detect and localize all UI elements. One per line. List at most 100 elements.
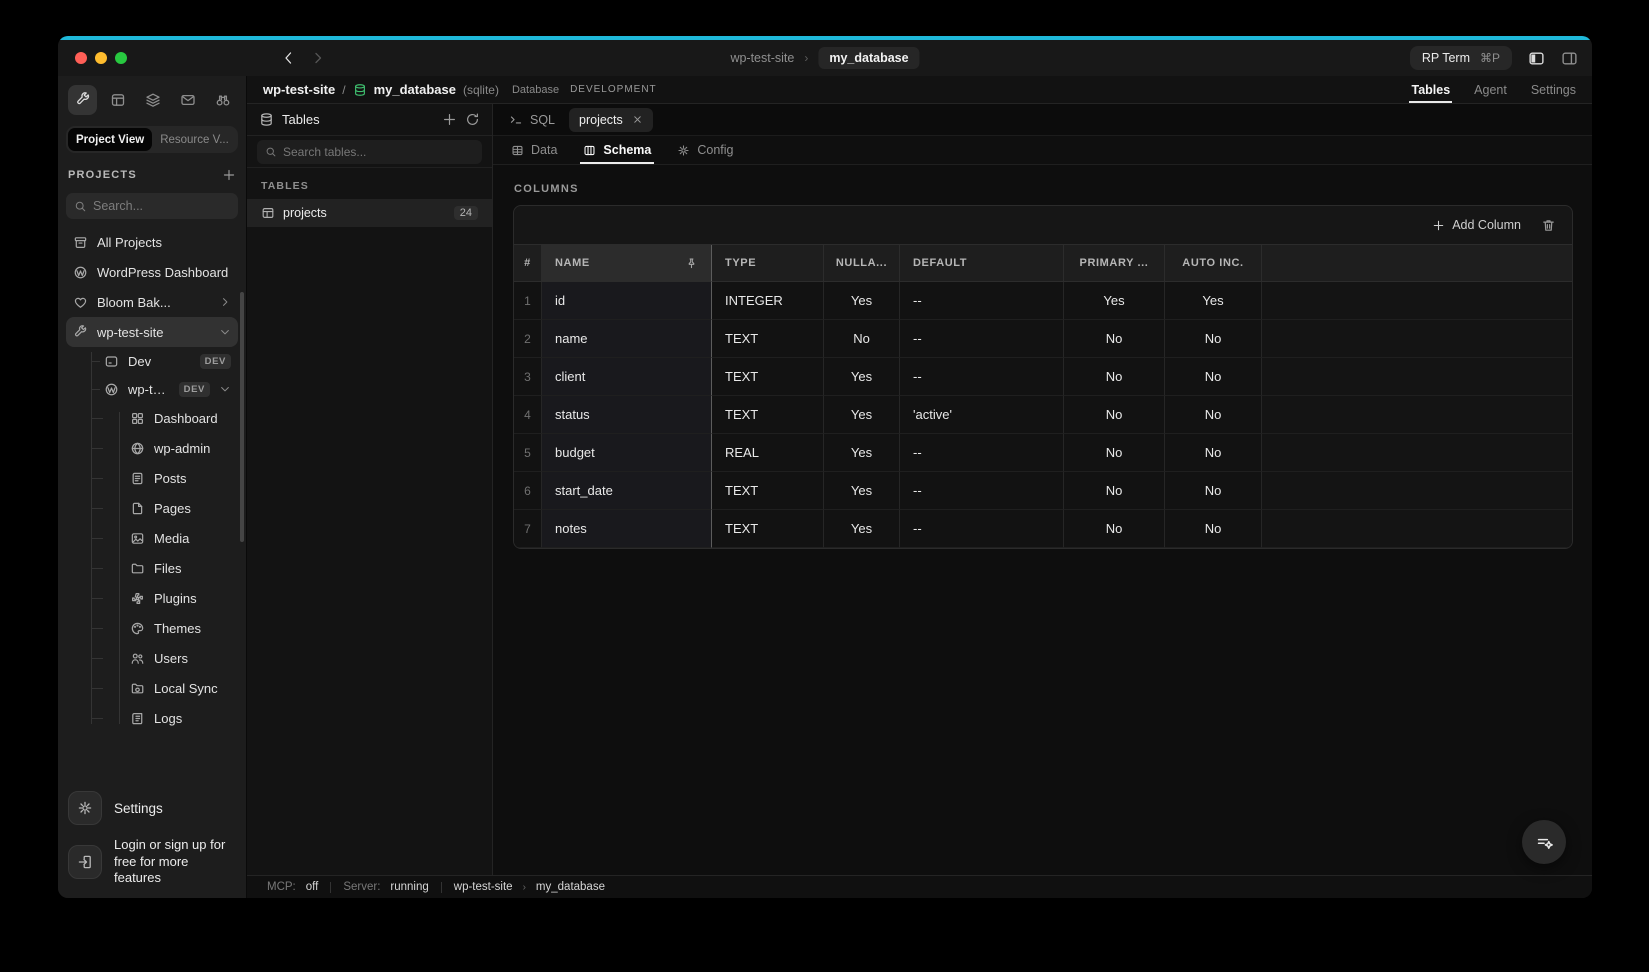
schema-cell-auto-inc[interactable]: No bbox=[1165, 434, 1262, 472]
schema-cell-nulla[interactable]: Yes bbox=[824, 434, 900, 472]
schema-cell-type[interactable]: REAL bbox=[712, 434, 824, 472]
sidebar-search-input[interactable] bbox=[93, 199, 230, 213]
schema-cell-name[interactable]: id bbox=[542, 282, 712, 320]
schema-cell-name[interactable]: budget bbox=[542, 434, 712, 472]
schema-cell-primary[interactable]: No bbox=[1064, 396, 1165, 434]
schema-cell-type[interactable]: TEXT bbox=[712, 510, 824, 548]
schema-cell-nulla[interactable]: Yes bbox=[824, 282, 900, 320]
schema-cell-primary[interactable]: No bbox=[1064, 320, 1165, 358]
refresh-tables-icon[interactable] bbox=[465, 112, 480, 127]
schema-cell-nulla[interactable]: No bbox=[824, 320, 900, 358]
sidebar-tool-layers[interactable] bbox=[138, 85, 167, 115]
schema-cell-default[interactable]: -- bbox=[900, 434, 1064, 472]
sidebar-tool-wrench[interactable] bbox=[68, 85, 97, 115]
delete-column-icon[interactable] bbox=[1541, 218, 1556, 233]
header-database[interactable]: my_database bbox=[374, 82, 456, 97]
tab-config[interactable]: Config bbox=[677, 136, 733, 164]
sidebar-tool-layout[interactable] bbox=[103, 85, 132, 115]
add-column-button[interactable]: Add Column bbox=[1432, 218, 1521, 232]
terminal-button[interactable]: RP Term ⌘P bbox=[1410, 46, 1512, 70]
schema-cell-default[interactable]: 'active' bbox=[900, 396, 1064, 434]
schema-cell-default[interactable]: -- bbox=[900, 472, 1064, 510]
chev-right-icon[interactable] bbox=[219, 296, 231, 308]
schema-header-nulla[interactable]: NULLA... bbox=[824, 245, 900, 282]
sql-tab[interactable]: SQL bbox=[509, 113, 555, 127]
chev-down-icon[interactable] bbox=[219, 383, 231, 395]
schema-cell-name[interactable]: start_date bbox=[542, 472, 712, 510]
open-table-tab[interactable]: projects bbox=[569, 108, 653, 132]
sidebar-item-all-projects[interactable]: All Projects bbox=[66, 227, 238, 257]
tables-search-input[interactable] bbox=[283, 145, 474, 159]
schema-cell-auto-inc[interactable]: No bbox=[1165, 510, 1262, 548]
schema-header-type[interactable]: TYPE bbox=[712, 245, 824, 282]
schema-cell-auto-inc[interactable]: Yes bbox=[1165, 282, 1262, 320]
tab-agent[interactable]: Agent bbox=[1474, 76, 1507, 103]
schema-cell-auto-inc[interactable]: No bbox=[1165, 396, 1262, 434]
status-project[interactable]: wp-test-site bbox=[454, 881, 513, 893]
toggle-right-panel-icon[interactable] bbox=[1561, 50, 1578, 67]
pin-icon[interactable] bbox=[685, 257, 698, 270]
login-button[interactable] bbox=[68, 845, 102, 879]
settings-button[interactable] bbox=[68, 791, 102, 825]
zoom-window-button[interactable] bbox=[115, 52, 127, 64]
schema-header-default[interactable]: DEFAULT bbox=[900, 245, 1064, 282]
tab-tables[interactable]: Tables bbox=[1411, 76, 1450, 103]
ai-actions-button[interactable] bbox=[1522, 820, 1566, 864]
schema-cell-name[interactable]: name bbox=[542, 320, 712, 358]
forward-icon[interactable] bbox=[310, 50, 326, 66]
schema-cell-primary[interactable]: No bbox=[1064, 434, 1165, 472]
schema-cell-name[interactable]: client bbox=[542, 358, 712, 396]
schema-cell-type[interactable]: TEXT bbox=[712, 472, 824, 510]
schema-cell-nulla[interactable]: Yes bbox=[824, 472, 900, 510]
sidebar-settings[interactable]: Settings bbox=[66, 791, 238, 825]
tab-resource-view[interactable]: Resource V... bbox=[152, 128, 237, 151]
tab-settings[interactable]: Settings bbox=[1531, 76, 1576, 103]
tab-data[interactable]: Data bbox=[511, 136, 557, 164]
schema-cell-nulla[interactable]: Yes bbox=[824, 358, 900, 396]
sidebar-tool-binoculars[interactable] bbox=[209, 85, 238, 115]
back-icon[interactable] bbox=[280, 50, 296, 66]
close-window-button[interactable] bbox=[75, 52, 87, 64]
header-project[interactable]: wp-test-site bbox=[263, 82, 335, 97]
sidebar-item-wp-test-site[interactable]: wp-test-site bbox=[66, 317, 238, 347]
schema-header-[interactable]: # bbox=[514, 245, 542, 282]
schema-cell-default[interactable]: -- bbox=[900, 510, 1064, 548]
schema-cell-primary[interactable]: Yes bbox=[1064, 282, 1165, 320]
tab-project-view[interactable]: Project View bbox=[68, 128, 152, 151]
minimize-window-button[interactable] bbox=[95, 52, 107, 64]
schema-cell-primary[interactable]: No bbox=[1064, 510, 1165, 548]
schema-cell-name[interactable]: notes bbox=[542, 510, 712, 548]
table-list-item-projects[interactable]: projects24 bbox=[247, 199, 492, 227]
add-project-icon[interactable] bbox=[222, 168, 236, 182]
sidebar-scrollbar[interactable] bbox=[240, 292, 244, 542]
close-tab-icon[interactable] bbox=[632, 114, 643, 125]
breadcrumb-project[interactable]: wp-test-site bbox=[730, 51, 794, 65]
tab-schema[interactable]: Schema bbox=[583, 136, 651, 164]
add-table-icon[interactable] bbox=[442, 112, 457, 127]
schema-header-primary[interactable]: PRIMARY ... bbox=[1064, 245, 1165, 282]
schema-cell-auto-inc[interactable]: No bbox=[1165, 320, 1262, 358]
schema-cell-nulla[interactable]: Yes bbox=[824, 396, 900, 434]
schema-header-name[interactable]: NAME bbox=[542, 245, 712, 282]
toggle-left-panel-icon[interactable] bbox=[1528, 50, 1545, 67]
schema-cell-type[interactable]: INTEGER bbox=[712, 282, 824, 320]
schema-cell-default[interactable]: -- bbox=[900, 358, 1064, 396]
schema-cell-default[interactable]: -- bbox=[900, 320, 1064, 358]
schema-header-auto-inc[interactable]: AUTO INC. bbox=[1165, 245, 1262, 282]
schema-cell-name[interactable]: status bbox=[542, 396, 712, 434]
status-database[interactable]: my_database bbox=[536, 881, 605, 893]
schema-cell-auto-inc[interactable]: No bbox=[1165, 358, 1262, 396]
sidebar-item-bloom-bak[interactable]: Bloom Bak... bbox=[66, 287, 238, 317]
schema-cell-type[interactable]: TEXT bbox=[712, 320, 824, 358]
schema-cell-primary[interactable]: No bbox=[1064, 472, 1165, 510]
chev-down-icon[interactable] bbox=[219, 326, 231, 338]
schema-cell-type[interactable]: TEXT bbox=[712, 358, 824, 396]
schema-cell-type[interactable]: TEXT bbox=[712, 396, 824, 434]
breadcrumb-database[interactable]: my_database bbox=[818, 47, 919, 69]
sidebar-login[interactable]: Login or sign up for free for more featu… bbox=[66, 837, 238, 886]
sidebar-tool-mail[interactable] bbox=[174, 85, 203, 115]
schema-cell-default[interactable]: -- bbox=[900, 282, 1064, 320]
schema-cell-primary[interactable]: No bbox=[1064, 358, 1165, 396]
sidebar-item-wordpress-dashboard[interactable]: WordPress Dashboard bbox=[66, 257, 238, 287]
schema-cell-nulla[interactable]: Yes bbox=[824, 510, 900, 548]
